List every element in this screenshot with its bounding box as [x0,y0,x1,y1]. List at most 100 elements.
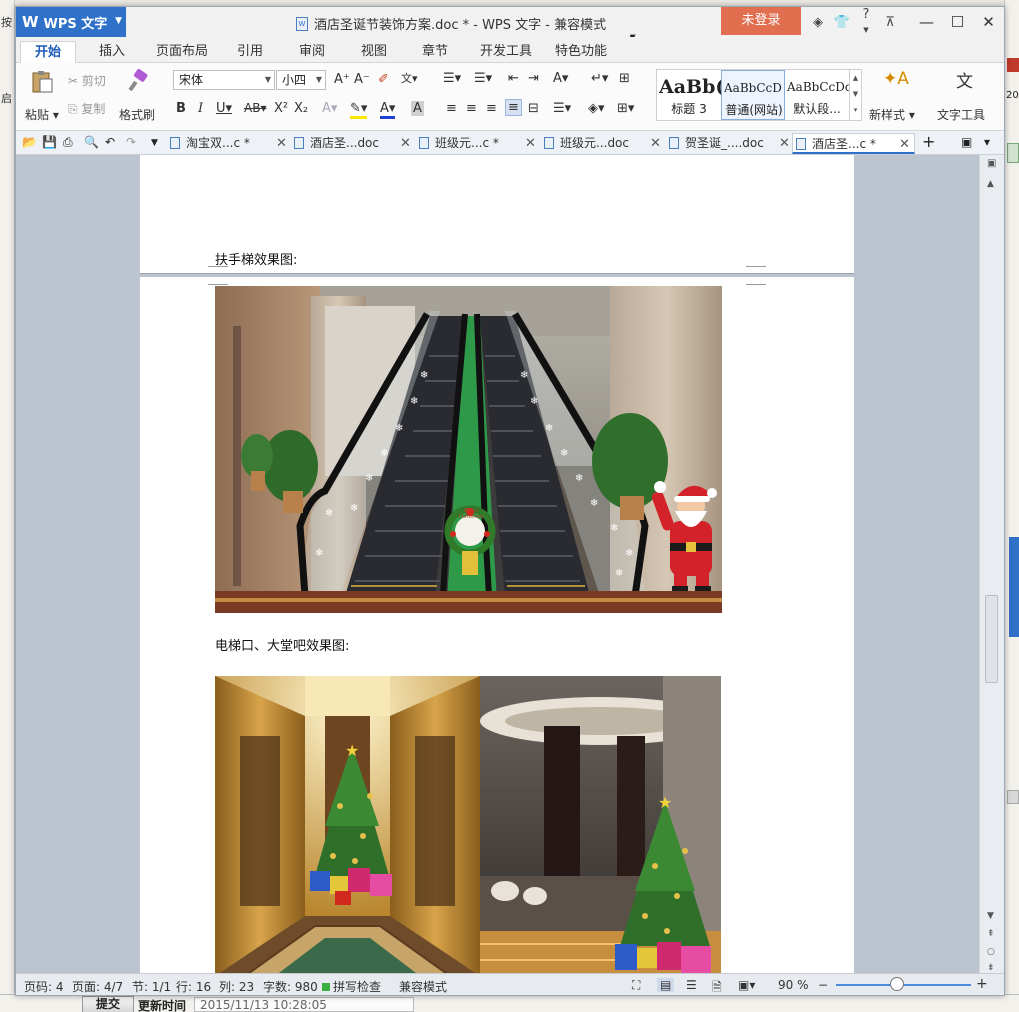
tab-insert[interactable]: 插入 [99,41,125,63]
page-view-icon[interactable]: ▤ [657,978,675,992]
increase-indent-icon[interactable]: ⇥ [528,71,539,86]
print-preview-icon[interactable]: 🔍 [84,135,99,149]
help-icon[interactable]: ?▾ [854,7,878,37]
tab-chapter[interactable]: 章节 [422,41,448,63]
line-spacing-icon[interactable]: ☰▾ [553,101,571,116]
text-tools-icon[interactable]: 文 [956,67,973,92]
font-size-select[interactable]: 小四 ▼ [276,70,326,90]
new-tab-icon[interactable]: + [922,132,935,151]
update-time-field[interactable]: 2015/11/13 10:28:05 [194,997,414,1012]
web-view-icon[interactable]: 🗎 [712,978,722,995]
doc-tab[interactable]: 班级元...doc ✕ [544,133,664,154]
char-shading-icon[interactable]: A [411,101,424,116]
strikethrough-icon[interactable]: AB▾ [244,101,266,115]
bullet-list-icon[interactable]: ☰▾ [443,71,461,86]
outline-view-icon[interactable]: ☰ [686,978,697,992]
zoom-level[interactable]: 90 % [778,978,809,992]
collapse-ribbon-icon[interactable]: ⊼ [878,15,902,30]
shirt-icon[interactable]: 👕 [830,15,854,30]
scroll-up-icon[interactable]: ▲ [987,179,994,189]
scroll-down-icon[interactable]: ▼ [987,911,994,921]
zoom-slider-knob[interactable] [889,977,904,991]
subscript-icon[interactable]: X₂ [294,101,308,116]
superscript-icon[interactable]: X² [274,101,288,116]
zoom-out-icon[interactable]: − [818,978,828,992]
fullscreen-icon[interactable]: ⛶ [632,978,640,993]
close-icon[interactable]: ✕ [400,133,411,154]
paste-icon[interactable] [30,70,54,94]
numbered-list-icon[interactable]: ☰▾ [474,71,492,86]
status-word-count[interactable]: 字数: 980 [263,978,318,995]
justify-icon[interactable]: ≡ [505,99,522,116]
tab-list-icon[interactable]: ▣ [961,135,972,149]
scrollbar-thumb[interactable] [985,595,998,683]
tab-special-features[interactable]: 特色功能 [555,41,607,63]
asian-layout-icon[interactable]: A▾ [553,71,568,86]
style-normal-web[interactable]: AaBbCcD 普通(网站) [721,70,785,120]
cut-button[interactable]: ✂ 剪切 [68,72,106,89]
close-icon[interactable]: ✕ [973,7,1004,37]
save-icon[interactable]: 💾 [42,135,57,149]
prev-page-icon[interactable]: ⇞ [987,929,995,939]
redo-icon[interactable]: ↷ [126,135,136,149]
tab-page-layout[interactable]: 页面布局 [156,41,208,63]
distributed-icon[interactable]: ⊟ [528,101,539,116]
styles-scroll[interactable]: ▲ ▼ ▾ [849,70,861,120]
app-menu-button[interactable]: W WPS 文字 ▼ [16,7,126,37]
borders-icon[interactable]: ⊞▾ [617,101,634,116]
doc-tab[interactable]: 贺圣诞_....doc ✕ [669,133,793,154]
format-painter-label[interactable]: 格式刷 [119,106,155,123]
italic-icon[interactable]: I [198,101,203,116]
grow-font-icon[interactable]: A⁺ [334,72,350,87]
text-effect-icon[interactable]: A▾ [322,101,337,116]
skin-icon[interactable]: ◈ [806,15,830,30]
text-tools-button[interactable]: 文字工具 [937,106,985,123]
tab-references[interactable]: 引用 [237,41,263,63]
style-heading3[interactable]: AaBb( 标题 3 [657,70,721,120]
tab-home[interactable]: 开始 [20,41,77,63]
new-style-button[interactable]: 新样式 ▾ [869,106,915,123]
doc-tab[interactable]: 酒店圣...doc ✕ [294,133,414,154]
table-icon[interactable]: ⊞ [619,71,630,86]
pinyin-guide-icon[interactable]: 文▾ [401,70,418,86]
paste-label[interactable]: 粘贴 ▾ [25,106,59,123]
format-painter-icon[interactable] [126,69,150,93]
bold-icon[interactable]: B [176,101,186,116]
quick-access-dropdown-icon[interactable]: ▼ [151,138,158,148]
select-browse-object-icon[interactable]: ○ [987,947,995,957]
submit-button[interactable]: 提交 [82,996,134,1012]
doc-tab[interactable]: 班级元...c * ✕ [419,133,539,154]
align-right-icon[interactable]: ≡ [486,101,497,116]
shrink-font-icon[interactable]: A⁻ [354,72,370,87]
close-icon[interactable]: ✕ [650,133,661,154]
vertical-scrollbar[interactable]: ▣ ▲ ▼ ⇞ ○ ⇟ [979,155,1004,973]
align-left-icon[interactable]: ≡ [446,101,457,116]
tab-view[interactable]: 视图 [361,41,387,63]
login-button[interactable]: 未登录 [721,7,801,35]
doc-tab-active[interactable]: 酒店圣...c * ✕ [792,133,915,154]
spellcheck-toggle[interactable]: 拼写检查 [322,978,381,995]
maximize-icon[interactable]: ☐ [942,7,973,37]
undo-icon[interactable]: ↶ [105,135,115,149]
split-view-icon[interactable]: ▣ [987,158,996,169]
show-marks-icon[interactable]: ↵▾ [591,71,608,86]
minimize-icon[interactable]: — [911,7,942,37]
font-color-icon[interactable]: A▾ [380,101,396,119]
close-icon[interactable]: ✕ [899,134,910,155]
close-icon[interactable]: ✕ [276,133,287,154]
zoom-in-icon[interactable]: + [976,976,988,992]
close-icon[interactable]: ✕ [779,133,790,154]
highlight-icon[interactable]: ✎▾ [350,101,368,119]
close-icon[interactable]: ✕ [525,133,536,154]
tab-menu-icon[interactable]: ▾ [984,135,990,149]
open-icon[interactable]: 📂 [22,135,37,149]
font-name-select[interactable]: 宋体 ▼ [173,70,275,90]
clear-format-icon[interactable]: ✐ [378,72,389,87]
next-page-icon[interactable]: ⇟ [987,963,995,973]
tab-review[interactable]: 审阅 [299,41,325,63]
doc-tab[interactable]: 淘宝双...c * ✕ [170,133,290,154]
print-icon[interactable]: ⎙ [63,135,73,150]
copy-button[interactable]: ⎘ 复制 [68,100,105,117]
underline-icon[interactable]: U▾ [216,101,232,116]
decrease-indent-icon[interactable]: ⇤ [508,71,519,86]
